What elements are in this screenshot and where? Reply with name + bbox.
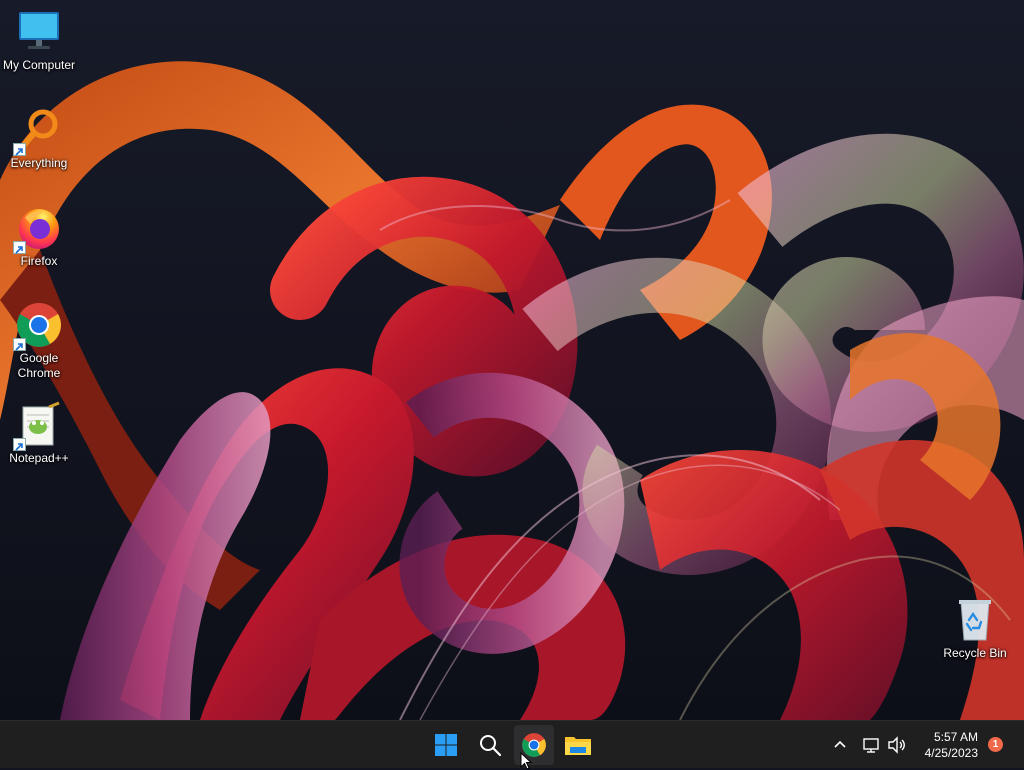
show-hidden-icons-button[interactable]	[830, 721, 850, 769]
desktop-icon-my-computer[interactable]: My Computer	[0, 8, 78, 73]
shortcut-arrow-icon	[13, 438, 26, 451]
network-icon	[863, 738, 879, 753]
firefox-icon	[13, 204, 63, 254]
chevron-up-icon	[834, 740, 846, 748]
speaker-icon	[888, 736, 905, 754]
volume-control[interactable]	[886, 721, 908, 769]
taskbar-file-explorer-button[interactable]	[558, 725, 598, 765]
clock-date: 4/25/2023	[924, 746, 978, 760]
recycle-bin-icon	[951, 596, 999, 644]
desktop-icon-google-chrome[interactable]: Google Chrome	[0, 301, 78, 381]
desktop-icon-label: Notepad++	[9, 451, 69, 465]
desktop-icon-label: Recycle Bin	[943, 646, 1007, 660]
network-status[interactable]	[862, 721, 882, 769]
file-explorer-icon	[565, 737, 591, 755]
desktop-icon-label: Google Chrome	[17, 351, 61, 380]
shortcut-arrow-icon	[13, 338, 26, 351]
shortcut-arrow-icon	[13, 143, 26, 156]
desktop-icon-notepad-plus-plus[interactable]: Notepad++	[0, 401, 78, 466]
search-button[interactable]	[470, 725, 510, 765]
monitor-icon	[15, 8, 63, 56]
desktop-icon-label: Everything	[10, 156, 68, 170]
clock-date-button[interactable]: 5:57 AM 4/25/2023	[925, 729, 978, 761]
start-button[interactable]	[426, 725, 466, 765]
windows-logo-icon	[435, 734, 457, 756]
chrome-icon	[13, 301, 63, 351]
desktop-icon-label: Firefox	[20, 254, 58, 268]
clock-time: 5:57 AM	[933, 730, 978, 744]
desktop-wallpaper	[0, 0, 1024, 720]
desktop-icon-everything[interactable]: Everything	[0, 106, 78, 171]
notepad-plus-plus-icon	[13, 401, 63, 451]
shortcut-arrow-icon	[13, 241, 26, 254]
notification-badge[interactable]: 1	[988, 737, 1003, 752]
search-icon	[480, 735, 502, 757]
everything-magnifier-icon	[13, 106, 63, 156]
desktop-icon-recycle-bin[interactable]: Recycle Bin	[936, 596, 1014, 661]
mouse-cursor-icon	[520, 752, 532, 770]
desktop-icon-label: My Computer	[2, 58, 76, 72]
desktop-icon-firefox[interactable]: Firefox	[0, 204, 78, 269]
taskbar: 5:57 AM 4/25/2023 1	[0, 720, 1024, 768]
